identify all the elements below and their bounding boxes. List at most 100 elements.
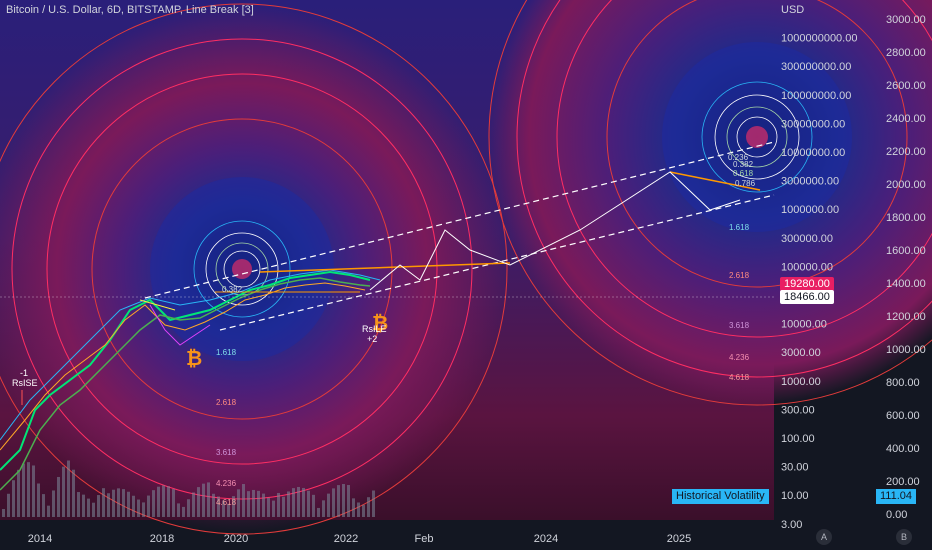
volatility-tick-label: 1800.00 — [886, 212, 926, 224]
historical-volatility-label: Historical Volatility — [672, 489, 769, 504]
volatility-tick-label: 200.00 — [886, 476, 920, 488]
fib-label: 0.382 — [733, 160, 754, 169]
price-tick-label: 1000000.00 — [781, 204, 839, 216]
time-tick-label: Feb — [415, 533, 434, 545]
volatility-bar — [252, 489, 255, 517]
price-tick-label: USD — [781, 4, 804, 16]
volatility-bar — [132, 495, 135, 517]
volatility-tick-label: 2800.00 — [886, 47, 926, 59]
volatility-bar — [32, 465, 35, 517]
volatility-bar — [92, 502, 95, 517]
fib-label: 3.618 — [216, 448, 237, 457]
volatility-bar — [242, 484, 245, 517]
price-tick-label: 3000000.00 — [781, 176, 839, 188]
volatility-bar — [322, 500, 325, 517]
volatility-bar — [27, 462, 30, 517]
price-tick-label: 3000.00 — [781, 347, 821, 359]
svg-text:+2: +2 — [367, 334, 377, 344]
volatility-bar — [102, 488, 105, 517]
volatility-bar — [267, 497, 270, 517]
volatility-bar — [167, 486, 170, 517]
price-tick-label: 1000000000.00 — [781, 33, 857, 45]
auto-scale-button[interactable]: A — [816, 529, 832, 545]
price-tick-label: 10000000.00 — [781, 147, 845, 159]
fib-label: 2.618 — [729, 271, 750, 280]
volatility-tick-label: 1400.00 — [886, 278, 926, 290]
volatility-bar — [207, 482, 210, 517]
volatility-tick-label: 800.00 — [886, 377, 920, 389]
volatility-bar — [262, 493, 265, 517]
volatility-bar — [62, 466, 65, 517]
price-tick-label: 30.00 — [781, 462, 809, 474]
price-tag-current: 19280.00 — [780, 277, 834, 291]
volatility-bar — [152, 490, 155, 517]
volatility-bar — [287, 491, 290, 517]
volatility-bar — [337, 485, 340, 517]
volatility-tick-label: 3000.00 — [886, 14, 926, 26]
svg-text:-1: -1 — [20, 368, 28, 378]
volatility-bar — [147, 495, 150, 517]
time-tick-label: 2025 — [667, 533, 691, 545]
volatility-tick-label: 600.00 — [886, 410, 920, 422]
volatility-bar — [347, 485, 350, 517]
price-tick-label: 100000.00 — [781, 261, 833, 273]
volatility-bar — [292, 488, 295, 517]
volatility-bar — [332, 488, 335, 517]
price-tag-secondary: 18466.00 — [780, 290, 834, 304]
volatility-bar — [307, 490, 310, 517]
volatility-tick-label: 1600.00 — [886, 245, 926, 257]
volatility-bar — [197, 487, 200, 517]
fib-label: 0.382 — [222, 285, 243, 294]
volatility-bar — [2, 509, 5, 517]
time-tick-label: 2020 — [224, 533, 248, 545]
chart-title: Bitcoin / U.S. Dollar, 6D, BITSTAMP, Lin… — [6, 4, 254, 16]
volatility-tick-label: 1200.00 — [886, 311, 926, 323]
fib-label: 4.236 — [729, 353, 750, 362]
svg-text:RsILE: RsILE — [362, 324, 387, 334]
volatility-bar — [117, 488, 120, 517]
volatility-bar — [172, 488, 175, 517]
volatility-bar — [272, 500, 275, 517]
volatility-bar — [97, 495, 100, 517]
volatility-tick-label: 2600.00 — [886, 80, 926, 92]
volatility-bar — [157, 486, 160, 517]
volatility-bar — [277, 492, 280, 517]
volatility-tick-label: 0.00 — [886, 509, 907, 521]
fib-circles-left[interactable] — [0, 3, 508, 535]
volatility-bar — [247, 491, 250, 517]
volatility-bar — [7, 493, 10, 517]
time-tick-label: 2022 — [334, 533, 358, 545]
price-tick-label: 100.00 — [781, 433, 815, 445]
volatility-tick-label: 2000.00 — [886, 179, 926, 191]
volatility-bar — [257, 490, 260, 517]
volatility-bar — [82, 494, 85, 517]
volatility-bar — [187, 499, 190, 517]
price-tick-label: 10.00 — [781, 490, 809, 502]
volatility-bar — [177, 503, 180, 517]
price-tick-label: 300000.00 — [781, 233, 833, 245]
log-scale-button[interactable]: B — [896, 529, 912, 545]
volatility-bar — [47, 505, 50, 517]
price-tick-label: 300000000.00 — [781, 61, 851, 73]
volatility-bar — [112, 489, 115, 517]
chart-canvas[interactable]: 0.382 1.618 2.618 3.618 4.236 4.618 0.23… — [0, 0, 932, 550]
volatility-bar — [77, 492, 80, 517]
volatility-bar — [357, 502, 360, 517]
volatility-bar — [182, 506, 185, 517]
volatility-bar — [17, 469, 20, 517]
volatility-bar — [137, 499, 140, 517]
price-tick-label: 1000.00 — [781, 376, 821, 388]
fib-label: 4.618 — [216, 498, 237, 507]
volatility-bar — [342, 484, 345, 517]
fib-label: 3.618 — [729, 321, 750, 330]
volatility-bar — [22, 463, 25, 517]
fib-label: 1.618 — [216, 348, 237, 357]
volatility-bar — [162, 485, 165, 517]
volatility-bar — [202, 483, 205, 517]
chart-root[interactable]: 0.382 1.618 2.618 3.618 4.236 4.618 0.23… — [0, 0, 932, 550]
volatility-tick-label: 2200.00 — [886, 146, 926, 158]
fib-label: 1.618 — [729, 223, 750, 232]
historical-volatility-value: 111.04 — [876, 489, 917, 504]
bitcoin-marker-left: ₿ — [186, 348, 202, 370]
price-tick-label: 30000000.00 — [781, 118, 845, 130]
